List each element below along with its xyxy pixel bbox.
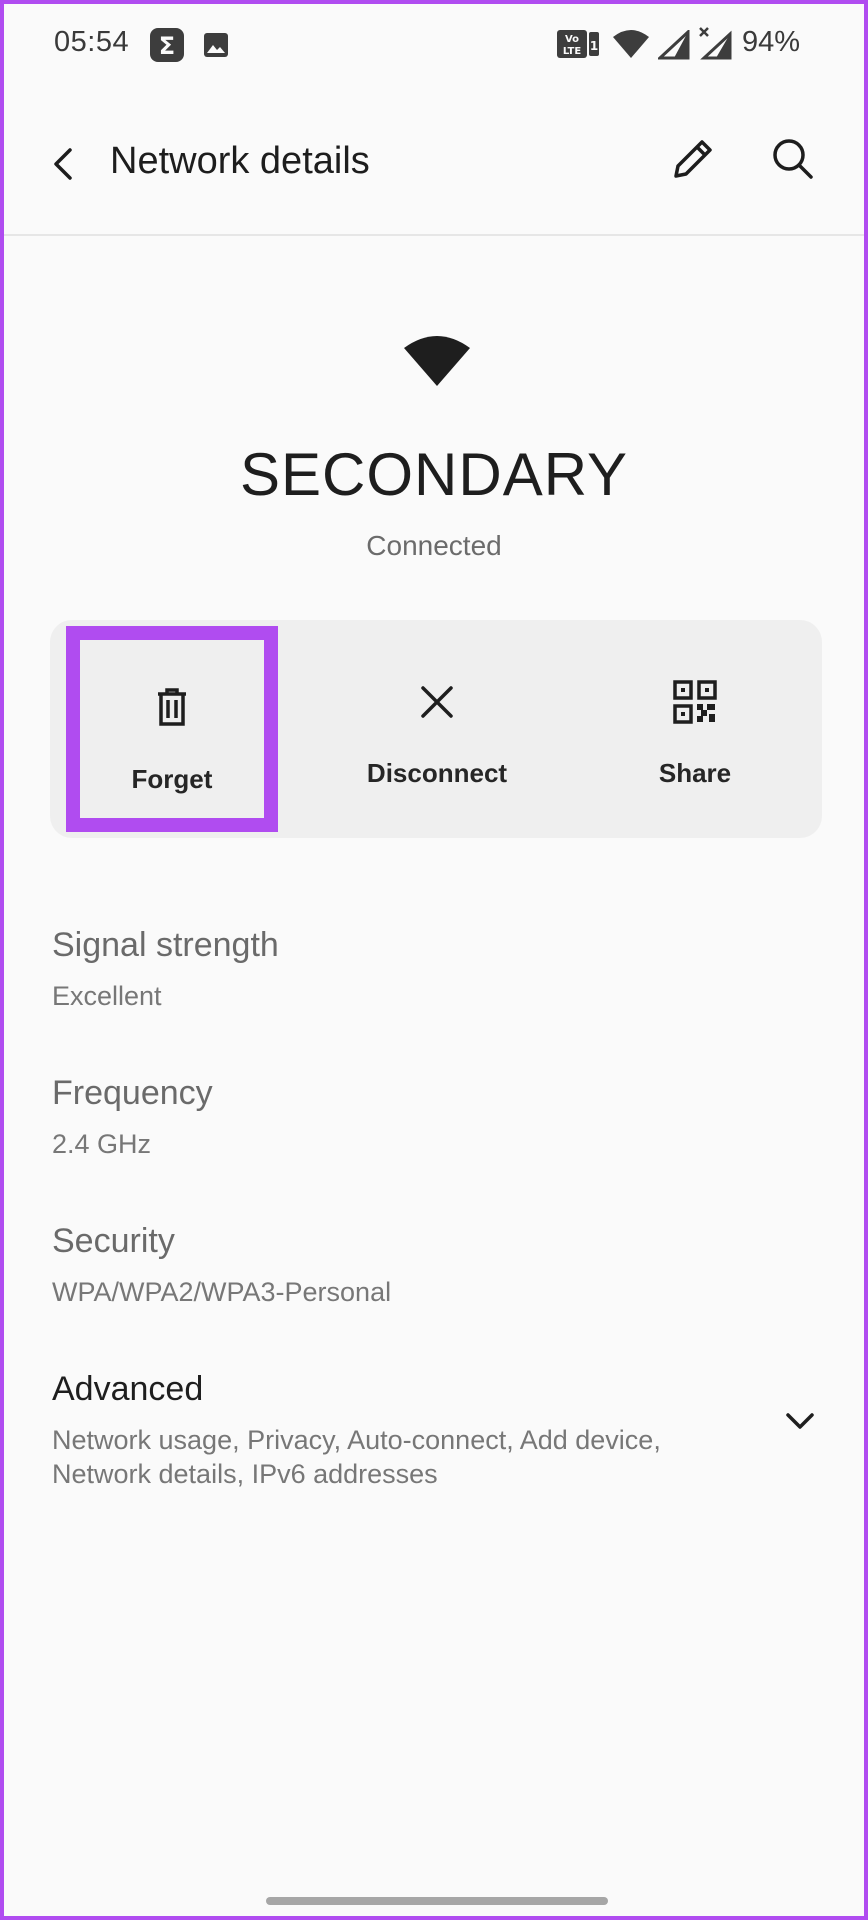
battery-level: 94%: [742, 26, 801, 58]
trash-icon: [150, 684, 194, 728]
share-label: Share: [658, 758, 732, 788]
status-bar: 05:54 Σ Vo LTE 1 94%: [4, 4, 864, 84]
signal-strength-value: Excellent: [52, 981, 162, 1011]
network-status: Connected: [366, 530, 502, 561]
forget-label: Forget: [131, 764, 213, 794]
home-indicator[interactable]: [266, 1897, 608, 1905]
frequency-row: Frequency 2.4 GHz: [52, 1074, 812, 1161]
disconnect-button[interactable]: Disconnect: [332, 620, 542, 838]
screen-frame: 05:54 Σ Vo LTE 1 94% Network details SEC…: [0, 0, 868, 1920]
gallery-notification-icon: [202, 31, 230, 59]
network-name: SECONDARY: [240, 441, 628, 508]
svg-text:LTE: LTE: [563, 46, 582, 57]
security-title: Security: [52, 1222, 175, 1260]
svg-text:1: 1: [590, 39, 598, 53]
volte-icon: Vo LTE 1: [556, 28, 600, 60]
signal-strength-title: Signal strength: [52, 926, 279, 964]
wifi-icon: [402, 334, 472, 388]
page-title: Network details: [110, 140, 370, 182]
back-button[interactable]: [46, 140, 82, 188]
cell-signal-no-data-icon: [696, 26, 732, 60]
chevron-down-icon[interactable]: [780, 1406, 820, 1436]
share-button[interactable]: Share: [590, 620, 800, 838]
search-icon: [773, 139, 813, 179]
top-app-bar: Network details: [4, 94, 864, 236]
edit-button[interactable]: [668, 134, 718, 184]
advanced-row[interactable]: Advanced Network usage, Privacy, Auto-co…: [52, 1370, 752, 1491]
close-icon: [415, 680, 459, 724]
wifi-status-icon: [612, 28, 650, 60]
forget-button[interactable]: Forget: [66, 626, 278, 832]
sigma-notification-icon: Σ: [150, 28, 184, 62]
frequency-value: 2.4 GHz: [52, 1129, 152, 1159]
cell-signal-icon: [656, 28, 690, 60]
security-row: Security WPA/WPA2/WPA3-Personal: [52, 1222, 812, 1309]
disconnect-label: Disconnect: [366, 758, 508, 788]
pencil-icon: [674, 140, 712, 178]
security-value: WPA/WPA2/WPA3-Personal: [52, 1277, 392, 1307]
signal-strength-row: Signal strength Excellent: [52, 926, 812, 1013]
advanced-title: Advanced: [52, 1370, 204, 1408]
back-arrow-icon: [54, 148, 72, 180]
network-actions-card: Forget Disconnect Share: [50, 620, 822, 838]
advanced-summary: Network usage, Privacy, Auto-connect, Ad…: [52, 1425, 661, 1489]
svg-text:Vo: Vo: [565, 34, 579, 45]
svg-text:Σ: Σ: [159, 32, 175, 60]
status-time: 05:54: [54, 26, 130, 58]
search-button[interactable]: [768, 134, 818, 184]
frequency-title: Frequency: [52, 1074, 213, 1112]
qr-code-icon: [673, 680, 717, 724]
